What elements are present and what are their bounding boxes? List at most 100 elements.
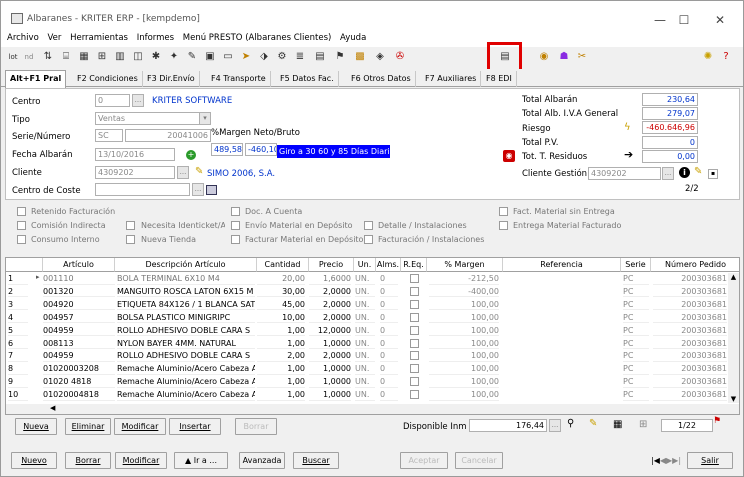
preview-icon[interactable]: ◫ — [131, 50, 145, 64]
gestion-search-button[interactable]: ... — [662, 167, 674, 180]
entrega-facturado-checkbox[interactable] — [499, 221, 508, 230]
cursor-icon[interactable]: ➤ — [239, 50, 253, 64]
req-checkbox[interactable] — [410, 377, 419, 387]
borrar-line-button[interactable]: Borrar — [235, 418, 277, 435]
modificar-line-button[interactable]: Modificar — [114, 418, 166, 435]
lot-icon[interactable]: lot — [7, 50, 19, 64]
tipo-select[interactable]: Ventas — [95, 112, 211, 125]
comision-checkbox[interactable] — [17, 221, 26, 230]
menu-informes[interactable]: Informes — [137, 33, 174, 43]
grid-header-articulo[interactable]: Artículo — [43, 258, 115, 272]
borrar-button[interactable]: Borrar — [65, 452, 111, 469]
req-checkbox[interactable] — [410, 390, 419, 400]
info-icon[interactable]: i — [679, 167, 690, 178]
scroll-down-icon[interactable]: ▼ — [728, 395, 739, 403]
tab-datos-fac[interactable]: F5 Datos Fac. — [276, 71, 339, 87]
cliente-search-button[interactable]: ... — [177, 166, 189, 179]
arrow-right-icon[interactable]: ➔ — [624, 148, 633, 161]
nueva-tienda-checkbox[interactable] — [126, 235, 135, 244]
nuevo-button[interactable]: Nuevo — [11, 452, 57, 469]
split-icon[interactable]: ⊞ — [639, 419, 647, 430]
residuos-icon[interactable]: ◉ — [503, 150, 515, 162]
horizontal-scrollbar[interactable]: ◀ — [6, 404, 739, 414]
req-checkbox[interactable] — [410, 274, 419, 283]
envio-deposito-checkbox[interactable] — [231, 221, 240, 230]
eliminar-line-button[interactable]: Eliminar — [65, 418, 111, 435]
grid-header-alms[interactable]: Alms. — [376, 258, 401, 272]
serie-input[interactable]: SC — [95, 129, 123, 142]
coin-icon[interactable]: ◉ — [537, 50, 551, 64]
menu-archivo[interactable]: Archivo — [7, 33, 39, 43]
menu-ver[interactable]: Ver — [47, 33, 61, 43]
disponible-search-button[interactable]: ... — [549, 419, 561, 432]
sort-icon[interactable]: ⇅ — [41, 50, 55, 64]
tab-otros-datos[interactable]: F6 Otros Datos — [347, 71, 416, 87]
grid-header-serie[interactable]: Serie — [621, 258, 651, 272]
menu-ayuda[interactable]: Ayuda — [340, 33, 366, 43]
table-icon[interactable]: ▦ — [613, 419, 622, 430]
bell-icon[interactable]: ⬗ — [257, 50, 271, 64]
settings-icon[interactable]: ⚙ — [275, 50, 289, 64]
last-record-icon[interactable]: ▶| — [672, 456, 681, 465]
grid-header-referencia[interactable]: Referencia — [503, 258, 621, 272]
add-icon[interactable]: + — [186, 150, 196, 160]
facturar-deposito-checkbox[interactable] — [231, 235, 240, 244]
table-icon[interactable]: ▤ — [313, 50, 327, 64]
req-checkbox[interactable] — [410, 351, 419, 361]
avanzada-button[interactable]: Avanzada — [239, 452, 285, 469]
ir-a-button[interactable]: ▲ Ir a ... — [174, 452, 228, 469]
consumo-checkbox[interactable] — [17, 235, 26, 244]
grid-header-margen[interactable]: % Margen — [427, 258, 503, 272]
req-checkbox[interactable] — [410, 312, 419, 322]
scroll-up-icon[interactable]: ▲ — [728, 273, 739, 281]
nueva-line-button[interactable]: Nueva — [15, 418, 57, 435]
vertical-scrollbar[interactable]: ▲ ▼ — [728, 273, 739, 403]
tab-pral[interactable]: Alt+F1 Pral — [5, 70, 67, 88]
grid-header-descripcion[interactable]: Descripción Artículo — [115, 258, 257, 272]
retenido-checkbox[interactable] — [17, 207, 26, 216]
first-record-icon[interactable]: |◀ — [651, 456, 660, 465]
paperclip-icon[interactable]: ✂ — [575, 50, 589, 64]
pin-icon[interactable]: ✦ — [167, 50, 181, 64]
tag-icon[interactable]: ◈ — [373, 50, 387, 64]
box-icon[interactable]: ▣ — [203, 50, 217, 64]
help-icon[interactable]: ? — [719, 50, 733, 64]
menu-herramientas[interactable]: Herramientas — [70, 33, 128, 43]
edit-icon[interactable]: ✎ — [195, 166, 203, 177]
modificar-button[interactable]: Modificar — [115, 452, 167, 469]
req-checkbox[interactable] — [410, 299, 419, 309]
gestion-input[interactable]: 4309202 — [588, 167, 661, 180]
grid-header-un[interactable]: Un. — [354, 258, 376, 272]
edit-icon[interactable]: ✎ — [589, 418, 597, 429]
centro-input[interactable]: 0 — [95, 94, 130, 107]
fact-sin-entrega-checkbox[interactable] — [499, 207, 508, 216]
fecha-input[interactable]: 13/10/2016 — [95, 148, 175, 161]
detalle-checkbox[interactable] — [364, 221, 373, 230]
gift-icon[interactable]: ▩ — [353, 50, 367, 64]
tab-edi[interactable]: F8 EDI — [482, 71, 517, 87]
calendar-icon[interactable] — [206, 185, 217, 195]
binoculars-icon[interactable]: ⚲ — [567, 418, 574, 429]
bulb-icon[interactable]: ✺ — [701, 50, 715, 64]
salir-button[interactable]: Salir — [687, 452, 733, 469]
flag-icon[interactable]: ⚑ — [333, 50, 347, 64]
tab-condiciones[interactable]: F2 Condiciones — [73, 71, 143, 87]
doc-cuenta-checkbox[interactable] — [231, 207, 240, 216]
edit-icon[interactable]: ✎ — [185, 50, 199, 64]
cancelar-button[interactable]: Cancelar — [455, 452, 503, 469]
grid-header-cantidad[interactable]: Cantidad — [257, 258, 309, 272]
more-icon[interactable]: ▪ — [708, 169, 718, 179]
req-checkbox[interactable] — [410, 364, 419, 374]
grid-icon[interactable]: ⊞ — [95, 50, 109, 64]
person-icon[interactable]: ☗ — [557, 50, 571, 64]
list-icon[interactable]: ≣ — [293, 50, 307, 64]
menu-presto[interactable]: Menú PRESTO (Albaranes Clientes) — [183, 33, 332, 43]
cliente-input[interactable]: 4309202 — [95, 166, 175, 179]
flag-icon[interactable]: ⚑ — [713, 416, 721, 426]
nd-icon[interactable]: nd — [21, 50, 37, 64]
edit-icon[interactable]: ✎ — [694, 166, 702, 177]
close-button[interactable]: ✕ — [705, 9, 735, 31]
chevron-down-icon[interactable]: ▾ — [199, 112, 211, 125]
tab-dir-envio[interactable]: F3 Dir.Envío — [143, 71, 200, 87]
aceptar-button[interactable]: Aceptar — [400, 452, 448, 469]
